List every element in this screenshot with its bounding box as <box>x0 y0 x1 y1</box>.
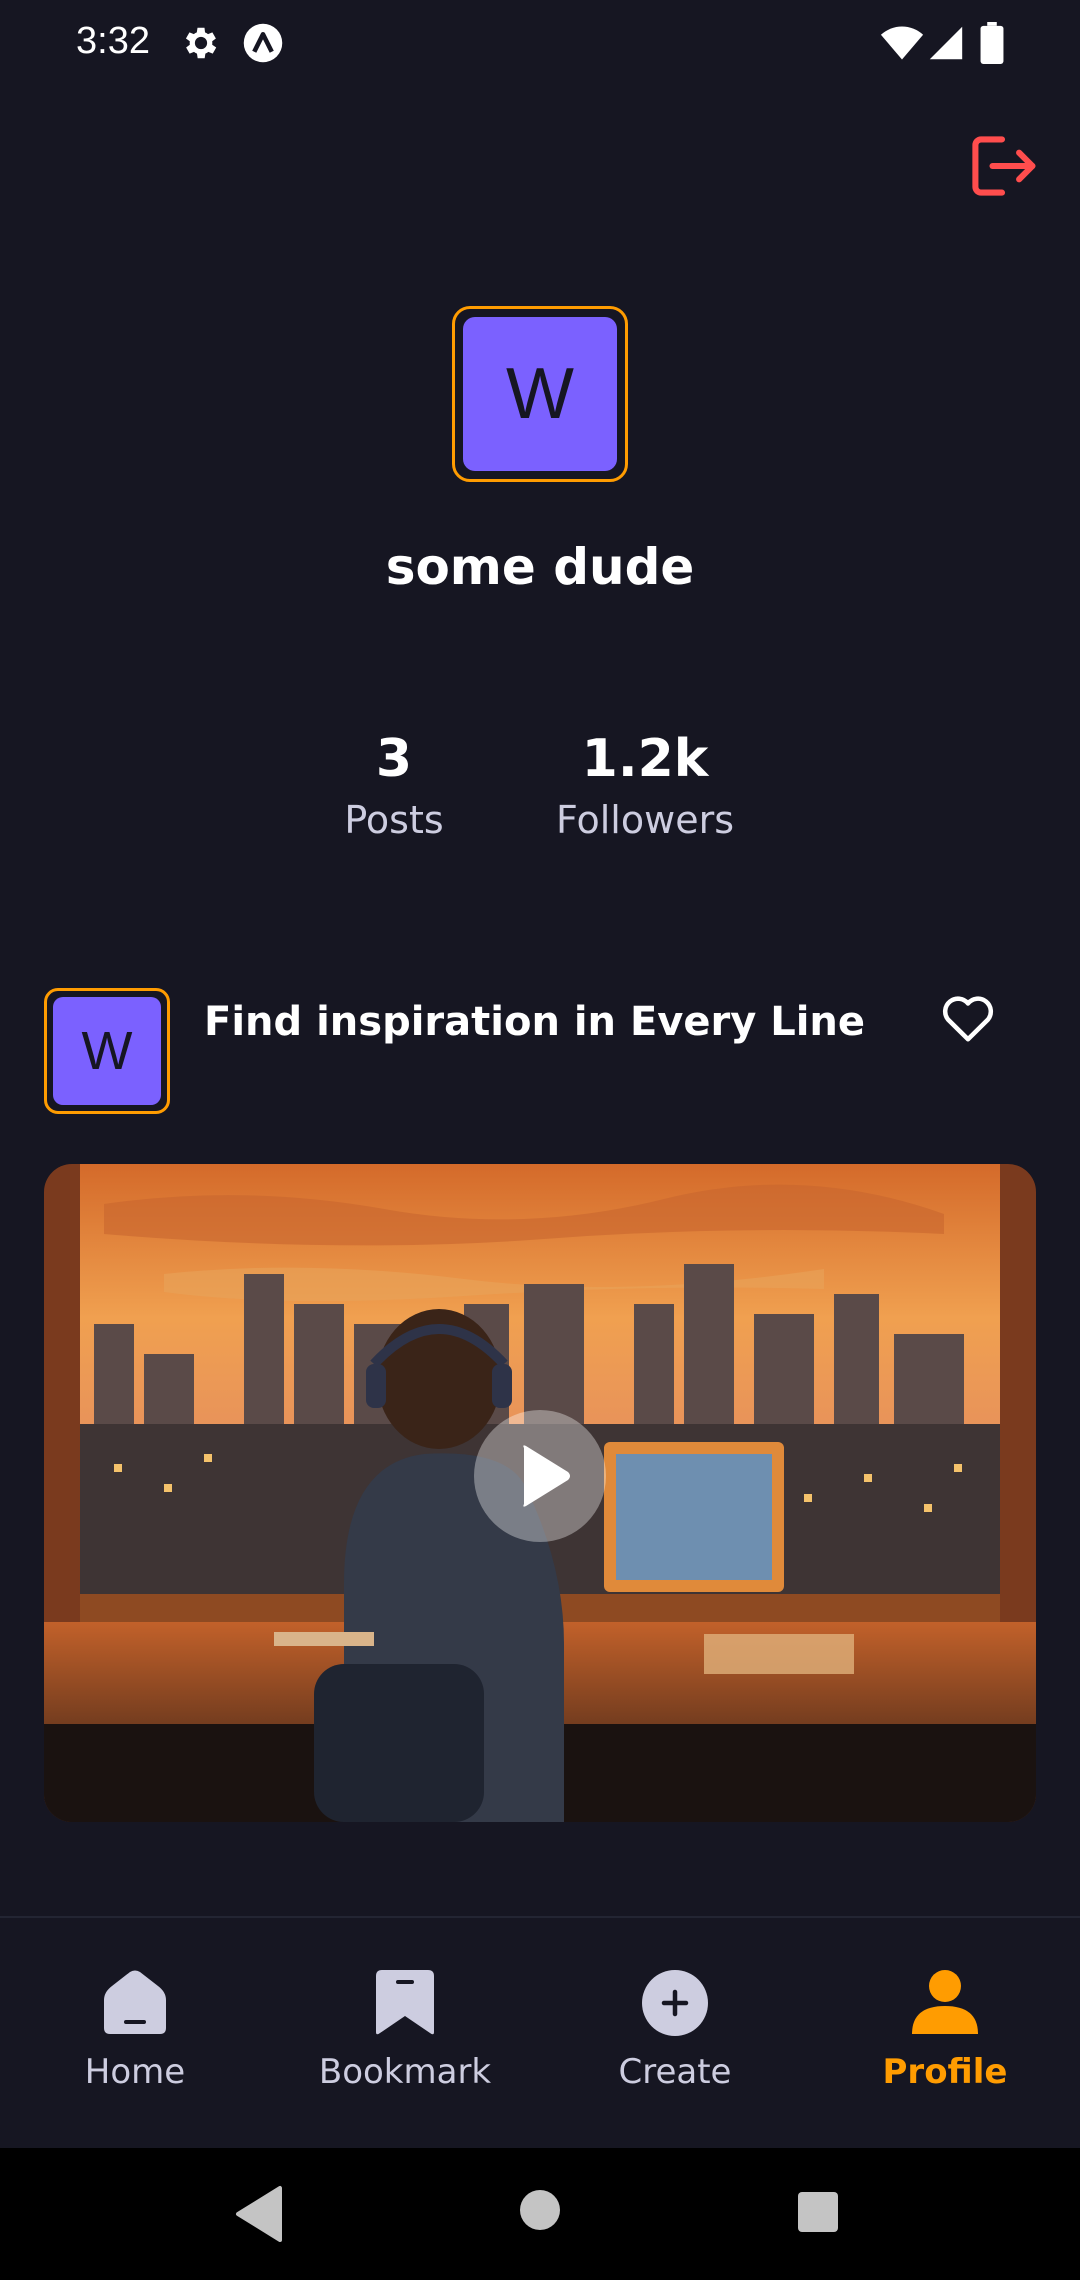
bookmark-icon <box>376 1970 434 2035</box>
play-icon[interactable] <box>474 1410 606 1542</box>
gear-icon <box>185 27 217 59</box>
post-avatar-letter: W <box>53 997 161 1105</box>
tab-profile[interactable]: Profile <box>830 1968 1060 2118</box>
app-logo-icon <box>243 23 283 63</box>
posts-count: 3 <box>375 729 413 789</box>
tab-create[interactable]: Create <box>560 1968 790 2118</box>
heart-outline-icon[interactable] <box>938 988 998 1048</box>
profile-avatar: W <box>452 306 628 482</box>
posts-stat: 3 Posts <box>314 726 474 848</box>
home-circle-icon[interactable] <box>518 2188 562 2232</box>
status-bar: 3:32 <box>0 0 1080 88</box>
system-nav-bar <box>0 2148 1080 2280</box>
avatar-letter: W <box>463 317 617 471</box>
post-author-avatar[interactable]: W <box>44 988 170 1114</box>
tab-bar: Home Bookmark Create Profile <box>0 1916 1080 2146</box>
profile-screen: 3:32 W some dude 3 Posts 1.2k Followers … <box>0 0 1080 2280</box>
tab-bookmark-label: Bookmark <box>318 2052 492 2092</box>
plus-circle-icon <box>642 1970 708 2036</box>
logout-icon <box>972 136 1036 196</box>
tab-create-label: Create <box>618 2052 732 2092</box>
home-icon <box>104 1970 166 2034</box>
signal-icon <box>929 26 963 60</box>
tab-home[interactable]: Home <box>20 1968 250 2118</box>
posts-label: Posts <box>344 798 444 842</box>
followers-label: Followers <box>556 798 734 842</box>
followers-stat: 1.2k Followers <box>540 726 750 848</box>
recents-icon[interactable] <box>796 2190 840 2234</box>
back-icon[interactable] <box>234 2184 284 2244</box>
post-title[interactable]: Find inspiration in Every Line <box>204 994 884 1050</box>
tab-profile-label: Profile <box>882 2052 1008 2092</box>
battery-icon <box>980 22 1004 64</box>
username: some dude <box>385 538 695 596</box>
wifi-icon <box>880 26 924 60</box>
logout-button[interactable] <box>964 128 1040 204</box>
tab-home-label: Home <box>84 2052 186 2092</box>
status-time: 3:32 <box>76 20 150 62</box>
profile-icon <box>912 1970 978 2034</box>
tab-bookmark[interactable]: Bookmark <box>290 1968 520 2118</box>
followers-count: 1.2k <box>581 729 709 789</box>
